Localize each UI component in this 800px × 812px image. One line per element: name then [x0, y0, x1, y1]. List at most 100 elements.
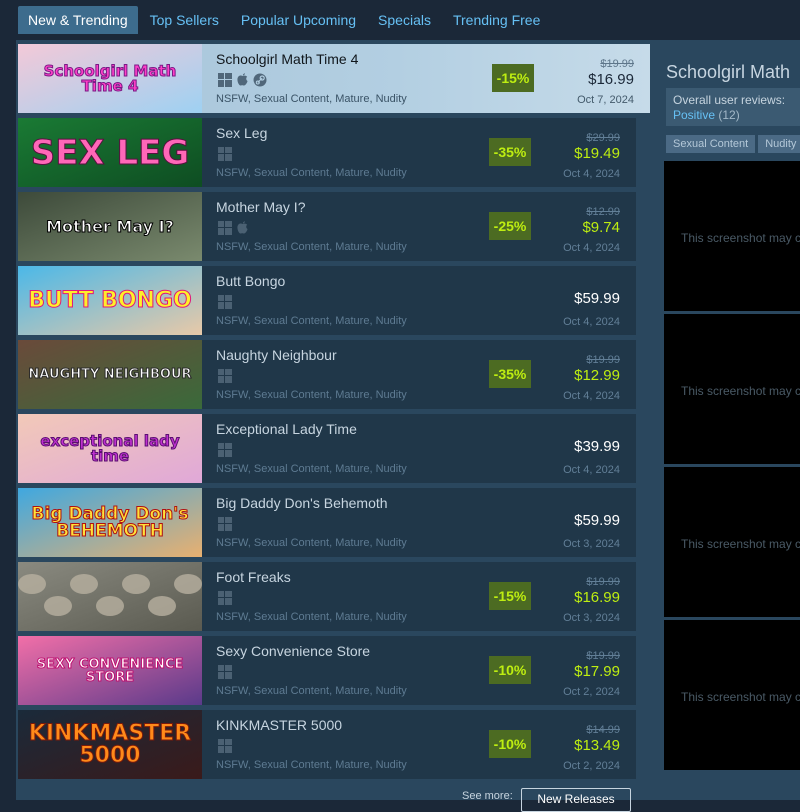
game-tags: NSFW, Sexual Content, Mature, Nudity: [216, 759, 407, 771]
tab-top-sellers[interactable]: Top Sellers: [140, 6, 229, 34]
game-capsule-image[interactable]: NAUGHTY NEIGHBOUR: [18, 340, 202, 409]
release-date: Oct 2, 2024: [563, 760, 620, 772]
game-title[interactable]: Schoolgirl Math Time 4: [216, 51, 358, 67]
final-price: $17.99: [574, 663, 620, 680]
release-date: Oct 4, 2024: [563, 242, 620, 254]
platform-icons: [218, 295, 232, 311]
original-price: $19.99: [586, 354, 620, 366]
discount-badge: -35%: [489, 360, 531, 388]
preview-tag[interactable]: Sexual Content: [666, 135, 756, 153]
game-row[interactable]: Schoolgirl Math Time 4 Schoolgirl Math Ti…: [18, 44, 650, 113]
final-price: $9.74: [582, 219, 620, 236]
game-tags: NSFW, Sexual Content, Mature, Nudity: [216, 611, 407, 623]
game-title[interactable]: Mother May I?: [216, 199, 305, 215]
release-date: Oct 2, 2024: [563, 686, 620, 698]
platform-icons: [218, 443, 232, 459]
final-price: $19.49: [574, 145, 620, 162]
release-date: Oct 4, 2024: [563, 390, 620, 402]
original-price: $29.99: [586, 132, 620, 144]
windows-icon: [218, 443, 232, 457]
game-row[interactable]: KINKMASTER 5000 KINKMASTER 5000 NSFW, Sexu…: [18, 710, 636, 779]
tab-popular-upcoming[interactable]: Popular Upcoming: [231, 6, 366, 34]
game-title[interactable]: Naughty Neighbour: [216, 347, 337, 363]
release-date: Oct 3, 2024: [563, 538, 620, 550]
original-price: $19.99: [586, 650, 620, 662]
discount-badge: -25%: [489, 212, 531, 240]
preview-screenshot: This screenshot may c: [664, 314, 800, 464]
screenshot-notice: This screenshot may c: [681, 537, 800, 551]
original-price: $12.99: [586, 206, 620, 218]
game-tags: NSFW, Sexual Content, Mature, Nudity: [216, 389, 407, 401]
steam-icon: [253, 73, 267, 87]
platform-icons: [218, 369, 232, 385]
apple-icon: [237, 73, 248, 86]
preview-tags: Sexual Content Nudity: [666, 135, 800, 153]
game-capsule-image[interactable]: SEXY CONVENIENCE STORE: [18, 636, 202, 705]
review-summary: Overall user reviews: Positive (12): [666, 88, 800, 126]
release-date: Oct 7, 2024: [577, 94, 634, 106]
game-capsule-image[interactable]: SEX LEG: [18, 118, 202, 187]
capsule-title: NAUGHTY NEIGHBOUR: [28, 367, 192, 382]
new-releases-button[interactable]: New Releases: [521, 788, 631, 812]
game-tags: NSFW, Sexual Content, Mature, Nudity: [216, 167, 407, 179]
final-price: $16.99: [574, 589, 620, 606]
review-count: (12): [718, 108, 740, 122]
preview-title: Schoolgirl Math: [666, 62, 791, 82]
game-row[interactable]: NAUGHTY NEIGHBOUR Naughty Neighbour NSFW, …: [18, 340, 636, 409]
game-capsule-image[interactable]: [18, 562, 202, 631]
game-row[interactable]: Foot Freaks NSFW, Sexual Content, Mature,…: [18, 562, 636, 631]
review-rating[interactable]: Positive: [673, 108, 715, 122]
game-tags: NSFW, Sexual Content, Mature, Nudity: [216, 241, 407, 253]
game-row[interactable]: SEX LEG Sex Leg NSFW, Sexual Content, Matu…: [18, 118, 636, 187]
game-row[interactable]: Mother May I? Mother May I? NSFW, Sexual C…: [18, 192, 636, 261]
game-title[interactable]: Sexy Convenience Store: [216, 643, 370, 659]
discount-badge: -35%: [489, 138, 531, 166]
game-title[interactable]: Foot Freaks: [216, 569, 291, 585]
game-capsule-image[interactable]: BUTT BONGO: [18, 266, 202, 335]
platform-icons: [218, 147, 232, 163]
tab-trending-free[interactable]: Trending Free: [443, 6, 550, 34]
game-row[interactable]: exceptional lady time Exceptional Lady Ti…: [18, 414, 636, 483]
discount-badge: -10%: [489, 730, 531, 758]
discount-badge: -15%: [492, 64, 534, 92]
windows-icon: [218, 369, 232, 383]
windows-icon: [218, 221, 232, 235]
game-list: Schoolgirl Math Time 4 Schoolgirl Math Ti…: [16, 40, 650, 800]
game-title[interactable]: Butt Bongo: [216, 273, 285, 289]
final-price: $13.49: [574, 737, 620, 754]
final-price: $16.99: [588, 71, 634, 88]
capsule-title: Big Daddy Don's BEHEMOTH: [31, 503, 189, 541]
capsule-title: Mother May I?: [46, 216, 175, 236]
game-capsule-image[interactable]: Big Daddy Don's BEHEMOTH: [18, 488, 202, 557]
game-tags: NSFW, Sexual Content, Mature, Nudity: [216, 537, 407, 549]
game-capsule-image[interactable]: KINKMASTER 5000: [18, 710, 202, 779]
game-tags: NSFW, Sexual Content, Mature, Nudity: [216, 685, 407, 697]
windows-icon: [218, 665, 232, 679]
windows-icon: [218, 73, 232, 87]
game-row[interactable]: BUTT BONGO Butt Bongo NSFW, Sexual Content…: [18, 266, 636, 335]
preview-tag[interactable]: Nudity: [758, 135, 800, 153]
game-tags: NSFW, Sexual Content, Mature, Nudity: [216, 463, 407, 475]
original-price: $19.99: [586, 576, 620, 588]
game-title[interactable]: Exceptional Lady Time: [216, 421, 357, 437]
preview-screenshot: This screenshot may c: [664, 161, 800, 311]
game-capsule-image[interactable]: exceptional lady time: [18, 414, 202, 483]
game-row[interactable]: SEXY CONVENIENCE STORE Sexy Convenience S…: [18, 636, 636, 705]
game-capsule-image[interactable]: Mother May I?: [18, 192, 202, 261]
final-price: $12.99: [574, 367, 620, 384]
screenshot-notice: This screenshot may c: [681, 384, 800, 398]
tab-specials[interactable]: Specials: [368, 6, 441, 34]
game-title[interactable]: KINKMASTER 5000: [216, 717, 342, 733]
windows-icon: [218, 517, 232, 531]
game-row[interactable]: Big Daddy Don's BEHEMOTH Big Daddy Don's …: [18, 488, 636, 557]
game-preview-panel: Schoolgirl Math Overall user reviews: Po…: [650, 40, 800, 800]
game-capsule-image[interactable]: Schoolgirl Math Time 4: [18, 44, 202, 113]
windows-icon: [218, 739, 232, 753]
capsule-title: SEXY CONVENIENCE STORE: [36, 656, 184, 685]
release-date: Oct 3, 2024: [563, 612, 620, 624]
game-title[interactable]: Big Daddy Don's Behemoth: [216, 495, 388, 511]
game-title[interactable]: Sex Leg: [216, 125, 267, 141]
tab-new-trending[interactable]: New & Trending: [18, 6, 138, 34]
final-price: $59.99: [574, 290, 620, 307]
tab-bar: New & Trending Top Sellers Popular Upcom…: [18, 6, 552, 36]
